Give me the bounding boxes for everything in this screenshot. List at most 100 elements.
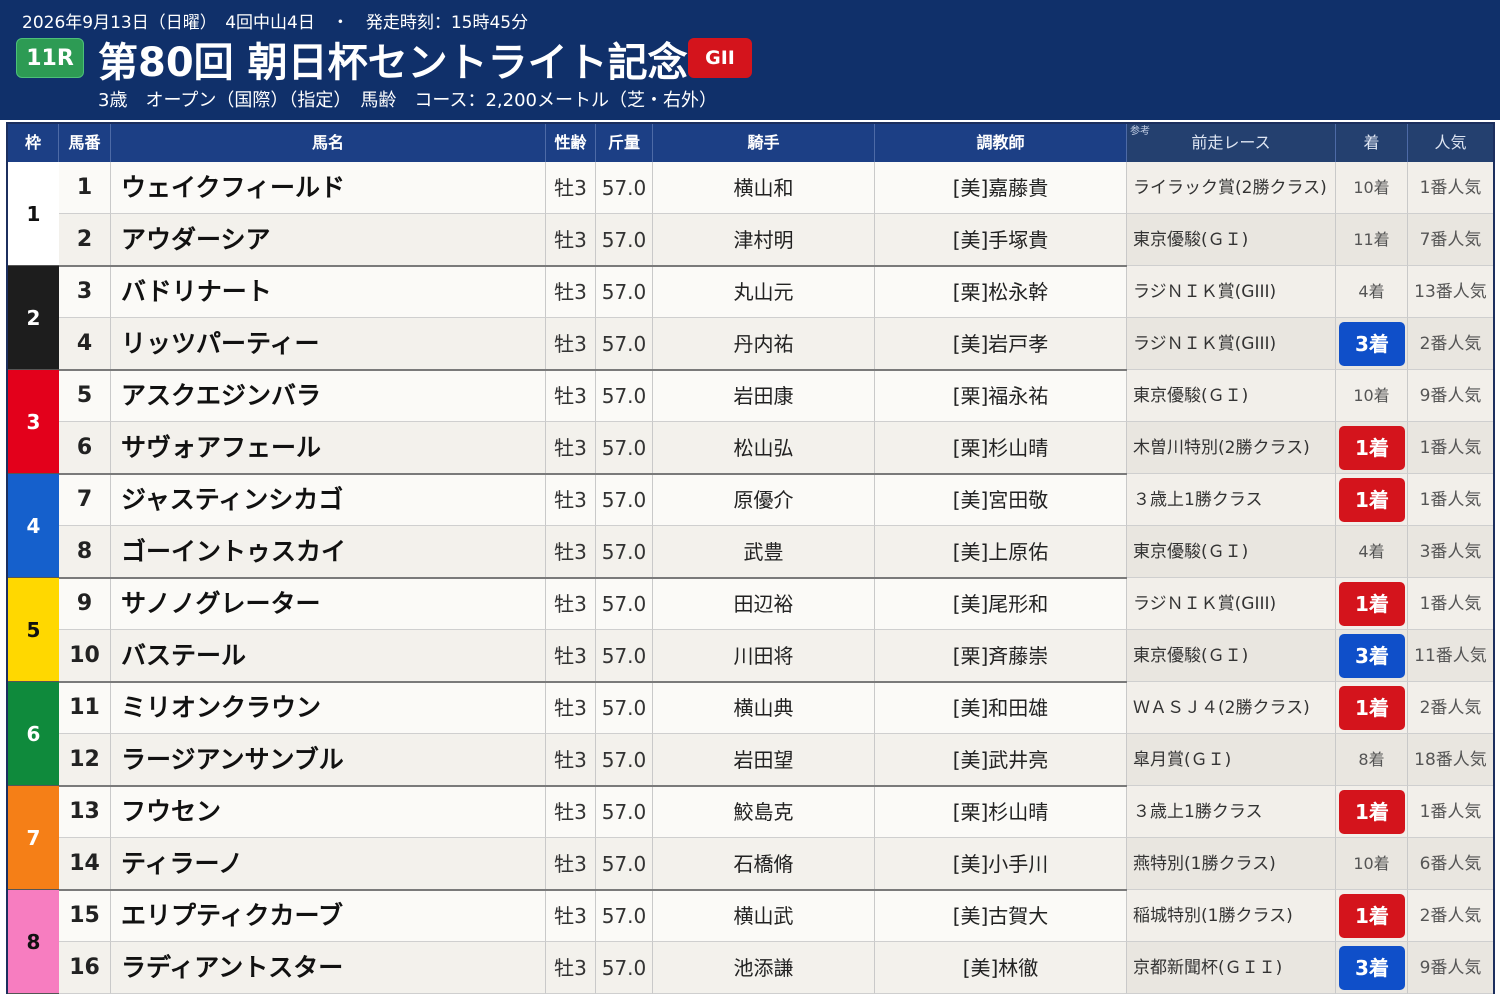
col-header-prevrace-label: 前走レース: [1191, 133, 1271, 152]
cell-prevrace: 木曽川特別(2勝クラス): [1127, 422, 1336, 474]
col-header-ninki: 人気: [1408, 124, 1493, 162]
third-place-badge: 3着: [1339, 946, 1405, 990]
cell-jockey: 岩田康: [653, 370, 875, 422]
cell-trainer: [美]嘉藤貴: [875, 162, 1127, 214]
cell-jockey: 津村明: [653, 214, 875, 266]
cell-ninki: 1番人気: [1408, 786, 1493, 838]
cell-chaku: 1着: [1336, 682, 1408, 734]
win-badge: 1着: [1339, 790, 1405, 834]
cell-chaku: 1着: [1336, 422, 1408, 474]
cell-name: エリプティクカーブ: [111, 890, 546, 942]
cell-chaku: 1着: [1336, 786, 1408, 838]
cell-trainer: [栗]福永祐: [875, 370, 1127, 422]
cell-prevrace: 東京優駿(ＧＩ): [1127, 630, 1336, 682]
cell-prevrace: ３歳上1勝クラス: [1127, 474, 1336, 526]
cell-kinryo: 57.0: [596, 786, 653, 838]
col-header-sexage: 性齢: [546, 124, 596, 162]
cell-prevrace: 京都新聞杯(ＧＩＩ): [1127, 942, 1336, 994]
group-divider: [59, 681, 1127, 683]
table-row[interactable]: 15 エリプティクカーブ 牡3 57.0 横山武 [美]古賀大 稲城特別(1勝クラス) 1着 2…: [8, 890, 1493, 942]
cell-name: ティラーノ: [111, 838, 546, 890]
cell-trainer: [美]林徹: [875, 942, 1127, 994]
cell-umaban: 15: [59, 890, 111, 942]
table-row[interactable]: 5 アスクエジンバラ 牡3 57.0 岩田康 [栗]福永祐 東京優駿(ＧＩ) 10着 9番人気: [8, 370, 1493, 422]
table-row[interactable]: 1 ウェイクフィールド 牡3 57.0 横山和 [美]嘉藤貴 ライラック賞(2勝クラス) 10…: [8, 162, 1493, 214]
cell-kinryo: 57.0: [596, 318, 653, 370]
waku-cell: 5: [8, 578, 59, 682]
cell-trainer: [美]和田雄: [875, 682, 1127, 734]
cell-trainer: [美]武井亮: [875, 734, 1127, 786]
col-header-prevrace: 参考 前走レース: [1127, 124, 1336, 162]
table-row[interactable]: 7 ジャスティンシカゴ 牡3 57.0 原優介 [美]宮田敬 ３歳上1勝クラス 1着 1番人気: [8, 474, 1493, 526]
cell-ninki: 6番人気: [1408, 838, 1493, 890]
table-row[interactable]: 11 ミリオンクラウン 牡3 57.0 横山典 [美]和田雄 ＷＡＳＪ４(2勝クラス) 1着 2…: [8, 682, 1493, 734]
cell-name: ラージアンサンブル: [111, 734, 546, 786]
cell-ninki: 2番人気: [1408, 318, 1493, 370]
third-place-badge: 3着: [1339, 322, 1405, 366]
cell-name: ジャスティンシカゴ: [111, 474, 546, 526]
cell-name: フウセン: [111, 786, 546, 838]
cell-ninki: 2番人気: [1408, 682, 1493, 734]
cell-kinryo: 57.0: [596, 214, 653, 266]
cell-umaban: 12: [59, 734, 111, 786]
cell-trainer: [美]古賀大: [875, 890, 1127, 942]
cell-umaban: 4: [59, 318, 111, 370]
table-row[interactable]: 2 アウダーシア 牡3 57.0 津村明 [美]手塚貴 東京優駿(ＧＩ) 11着 7番人気: [8, 214, 1493, 266]
cell-ninki: 2番人気: [1408, 890, 1493, 942]
cell-name: バステール: [111, 630, 546, 682]
cell-name: アウダーシア: [111, 214, 546, 266]
cell-name: バドリナート: [111, 266, 546, 318]
group-divider: [59, 473, 1127, 475]
race-number-badge: 11R: [16, 38, 84, 78]
table-row[interactable]: 16 ラディアントスター 牡3 57.0 池添謙 [美]林徹 京都新聞杯(ＧＩＩ) 3着 9番人…: [8, 942, 1493, 994]
cell-prevrace: ライラック賞(2勝クラス): [1127, 162, 1336, 214]
cell-sexage: 牡3: [546, 682, 596, 734]
cell-umaban: 10: [59, 630, 111, 682]
cell-trainer: [美]上原佑: [875, 526, 1127, 578]
cell-trainer: [栗]杉山晴: [875, 422, 1127, 474]
table-row[interactable]: 8 ゴーイントゥスカイ 牡3 57.0 武豊 [美]上原佑 東京優駿(ＧＩ) 4着 3番人気: [8, 526, 1493, 578]
win-badge: 1着: [1339, 426, 1405, 470]
cell-jockey: 横山和: [653, 162, 875, 214]
cell-name: サヴォアフェール: [111, 422, 546, 474]
cell-chaku: 10着: [1336, 838, 1408, 890]
col-header-jockey: 騎手: [653, 124, 875, 162]
cell-chaku: 4着: [1336, 526, 1408, 578]
group-divider: [59, 785, 1127, 787]
cell-prevrace: 東京優駿(ＧＩ): [1127, 370, 1336, 422]
cell-name: ラディアントスター: [111, 942, 546, 994]
table-row[interactable]: 12 ラージアンサンブル 牡3 57.0 岩田望 [美]武井亮 皐月賞(ＧＩ) 8着 18番人気: [8, 734, 1493, 786]
reference-note: 参考: [1130, 126, 1150, 137]
cell-jockey: 田辺裕: [653, 578, 875, 630]
cell-jockey: 池添謙: [653, 942, 875, 994]
table-row[interactable]: 14 ティラーノ 牡3 57.0 石橋脩 [美]小手川 燕特別(1勝クラス) 10着 6番人気: [8, 838, 1493, 890]
cell-trainer: [美]宮田敬: [875, 474, 1127, 526]
group-divider: [59, 577, 1127, 579]
waku-cell: 6: [8, 682, 59, 786]
cell-umaban: 6: [59, 422, 111, 474]
waku-cell: 2: [8, 266, 59, 370]
cell-kinryo: 57.0: [596, 734, 653, 786]
cell-kinryo: 57.0: [596, 890, 653, 942]
win-badge: 1着: [1339, 478, 1405, 522]
cell-sexage: 牡3: [546, 786, 596, 838]
cell-jockey: 石橋脩: [653, 838, 875, 890]
cell-chaku: 1着: [1336, 890, 1408, 942]
col-header-kinryo: 斤量: [596, 124, 653, 162]
cell-trainer: [栗]斉藤崇: [875, 630, 1127, 682]
cell-jockey: 横山武: [653, 890, 875, 942]
table-row[interactable]: 13 フウセン 牡3 57.0 鮫島克 [栗]杉山晴 ３歳上1勝クラス 1着 1番人気: [8, 786, 1493, 838]
table-row[interactable]: 9 サノノグレーター 牡3 57.0 田辺裕 [美]尾形和 ラジＮＩＫ賞(GIII) 1着 1番…: [8, 578, 1493, 630]
cell-kinryo: 57.0: [596, 942, 653, 994]
table-row[interactable]: 3 バドリナート 牡3 57.0 丸山元 [栗]松永幹 ラジＮＩＫ賞(GIII) 4着 13番人…: [8, 266, 1493, 318]
cell-prevrace: 皐月賞(ＧＩ): [1127, 734, 1336, 786]
cell-umaban: 13: [59, 786, 111, 838]
table-row[interactable]: 4 リッツパーティー 牡3 57.0 丹内祐 [美]岩戸孝 ラジＮＩＫ賞(GIII) 3着 2番…: [8, 318, 1493, 370]
table-row[interactable]: 6 サヴォアフェール 牡3 57.0 松山弘 [栗]杉山晴 木曽川特別(2勝クラス) 1着 1番…: [8, 422, 1493, 474]
cell-chaku: 4着: [1336, 266, 1408, 318]
table-row[interactable]: 10 バステール 牡3 57.0 川田将 [栗]斉藤崇 東京優駿(ＧＩ) 3着 11番人気: [8, 630, 1493, 682]
cell-umaban: 1: [59, 162, 111, 214]
waku-cell: 4: [8, 474, 59, 578]
cell-umaban: 7: [59, 474, 111, 526]
race-header: 2026年9月13日（日曜） 4回中山4日 ・ 発走時刻：15時45分 11R …: [0, 0, 1500, 120]
